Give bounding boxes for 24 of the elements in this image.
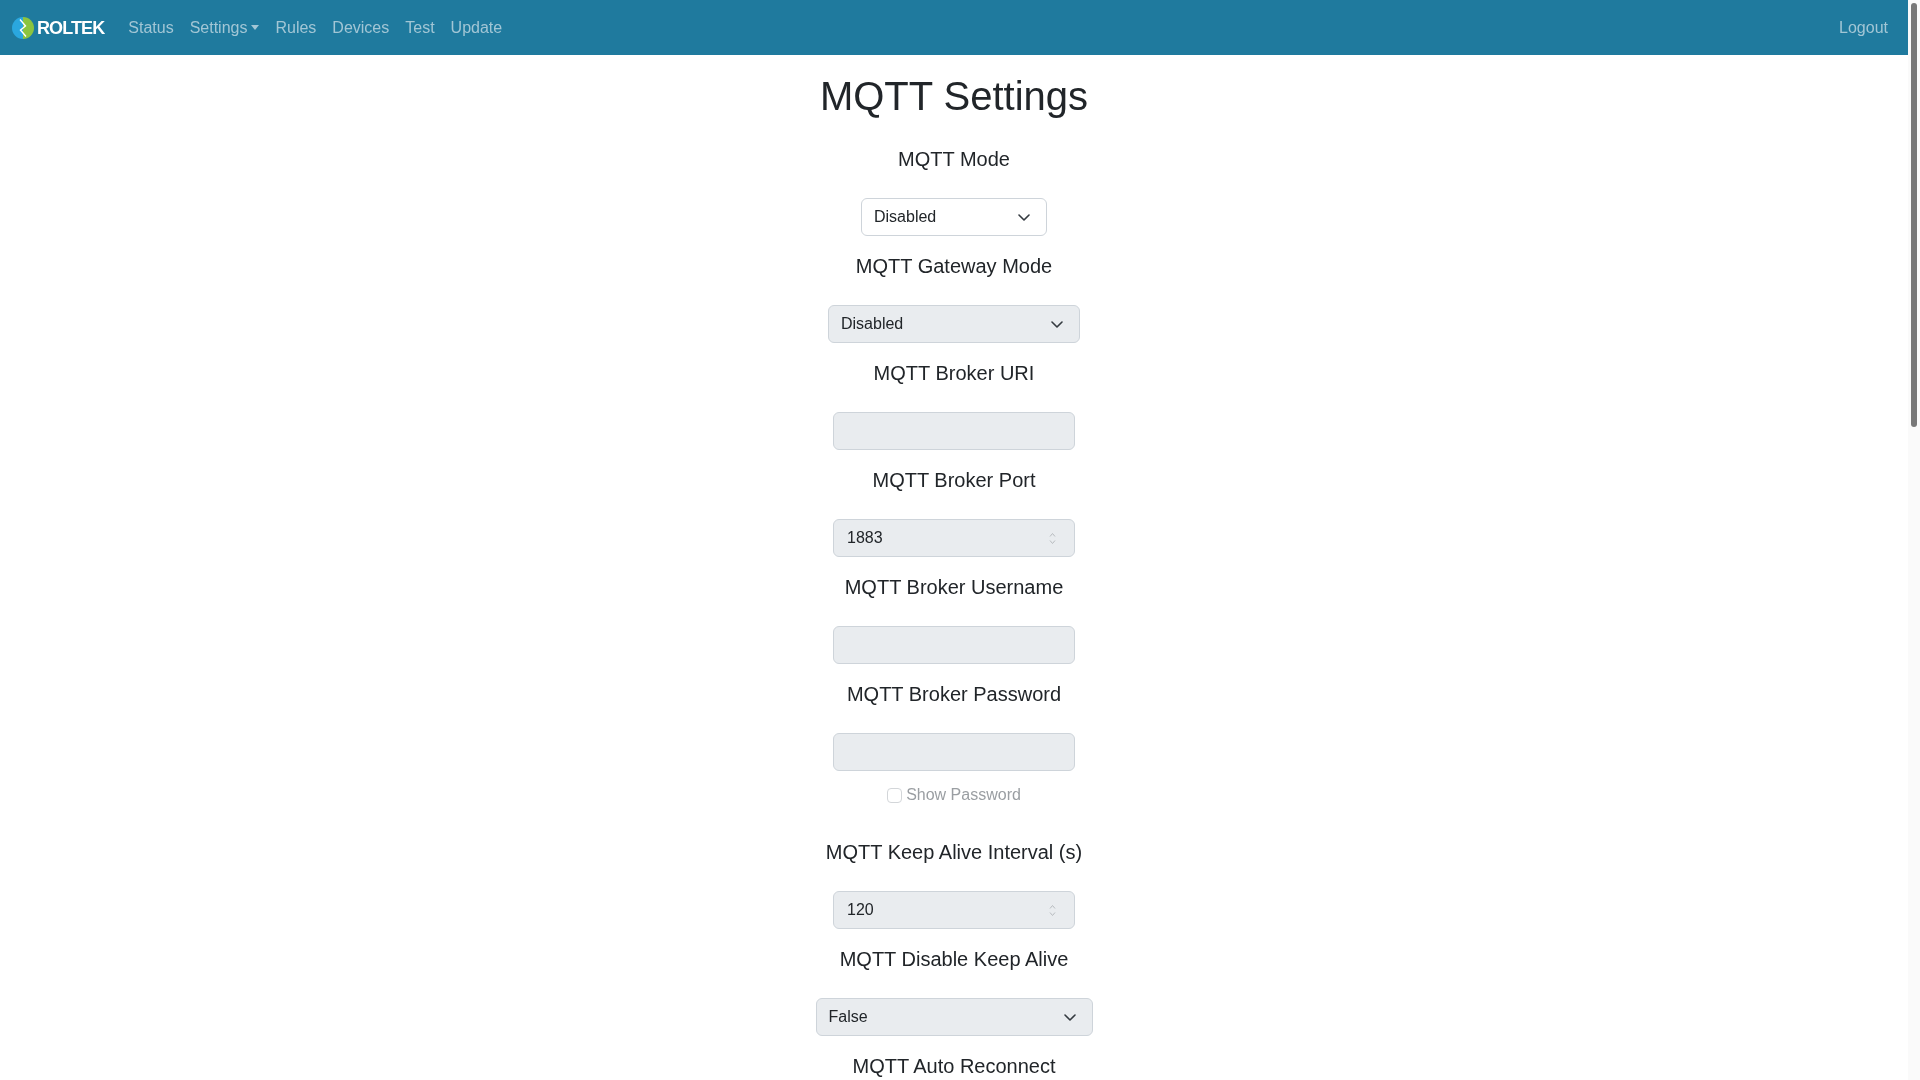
field-label: MQTT Mode — [898, 147, 1010, 171]
dropdown-select[interactable]: Disabled — [861, 198, 1047, 236]
field-label: MQTT Broker Username — [844, 575, 1064, 599]
chevron-down-icon — [1018, 213, 1030, 221]
field-label: MQTT Gateway Mode — [855, 254, 1053, 278]
chevron-down-icon — [1063, 1013, 1076, 1021]
brand-link[interactable]: ROLTEK — [37, 15, 105, 40]
nav-link[interactable]: Devices — [324, 7, 398, 48]
field-label: MQTT Auto Reconnect — [852, 1054, 1056, 1078]
field-label: MQTT Disable Keep Alive — [839, 947, 1069, 971]
field-label: MQTT Broker Port — [872, 468, 1036, 492]
nav-link[interactable]: Test — [397, 7, 443, 48]
logout-link[interactable]: Logout — [1831, 7, 1896, 48]
field-label: MQTT Broker URI — [873, 361, 1035, 385]
nav-link[interactable]: Status — [120, 7, 182, 48]
logo-icon — [12, 16, 34, 39]
page-title: MQTT Settings — [819, 73, 1089, 120]
field-label: MQTT Keep Alive Interval (s) — [825, 840, 1083, 864]
nav-link[interactable]: Rules — [267, 7, 325, 48]
nav-link[interactable]: Update — [442, 7, 511, 48]
scrollbar-thumb[interactable] — [1911, 3, 1917, 427]
chevron-down-icon — [1051, 320, 1063, 328]
field-label: MQTT Broker Password — [846, 682, 1062, 706]
nav-link[interactable]: Settings — [181, 7, 268, 48]
